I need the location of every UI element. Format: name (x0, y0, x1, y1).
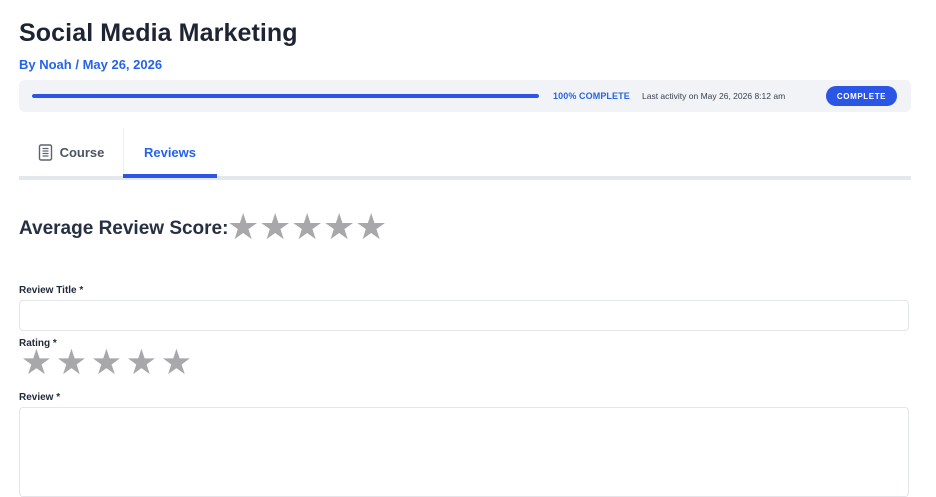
rating-star-3-icon[interactable]: ★ (89, 343, 124, 383)
rating-stars-input[interactable]: ★ ★ ★ ★ ★ (19, 343, 194, 383)
tab-course[interactable]: Course (19, 128, 124, 176)
progress-bar (32, 94, 539, 98)
rating-star-5-icon[interactable]: ★ (159, 343, 194, 383)
progress-status: 100% COMPLETE (553, 91, 630, 101)
star-icon: ★ (355, 206, 388, 247)
star-icon: ★ (291, 206, 324, 247)
average-rating-stars: ★ ★ ★ ★ ★ (227, 205, 387, 249)
star-icon: ★ (259, 206, 292, 247)
tab-course-label: Course (59, 144, 105, 160)
course-byline: By Noah / May 26, 2026 (19, 57, 163, 72)
progress-bar-fill (32, 94, 539, 98)
review-label: Review * (19, 392, 61, 403)
review-textarea[interactable] (19, 407, 909, 497)
star-icon: ★ (227, 206, 260, 247)
star-icon: ★ (323, 206, 356, 247)
complete-badge: COMPLETE (826, 86, 897, 106)
rating-star-4-icon[interactable]: ★ (124, 343, 159, 383)
tab-reviews[interactable]: Reviews (123, 128, 217, 176)
rating-star-2-icon[interactable]: ★ (54, 343, 89, 383)
document-icon (38, 143, 53, 161)
review-title-label: Review Title * (19, 285, 84, 296)
tab-reviews-label: Reviews (143, 144, 197, 160)
average-review-heading: Average Review Score: (19, 218, 229, 239)
course-title: Social Media Marketing (19, 19, 298, 47)
course-tabs: Course Reviews (19, 128, 911, 180)
review-title-input[interactable] (19, 300, 909, 331)
last-activity-text: Last activity on May 26, 2026 8:12 am (642, 91, 786, 101)
progress-panel: 100% COMPLETE Last activity on May 26, 2… (19, 80, 911, 112)
active-tab-indicator (123, 174, 217, 178)
rating-star-1-icon[interactable]: ★ (19, 343, 54, 383)
